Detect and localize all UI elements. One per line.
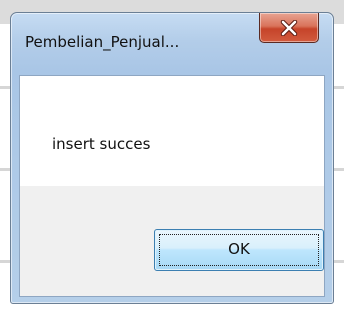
message-area: insert succes [20, 76, 324, 186]
close-icon [280, 19, 298, 36]
message-dialog: Pembelian_Penjual... insert succes OK [10, 12, 334, 304]
close-button[interactable] [259, 13, 319, 43]
title-bar[interactable]: Pembelian_Penjual... [11, 13, 333, 75]
message-text: insert succes [52, 135, 151, 153]
dialog-title: Pembelian_Penjual... [25, 33, 180, 51]
ok-button-label: OK [228, 240, 250, 258]
dialog-body: insert succes OK [19, 75, 325, 297]
ok-button[interactable]: OK [154, 229, 324, 271]
